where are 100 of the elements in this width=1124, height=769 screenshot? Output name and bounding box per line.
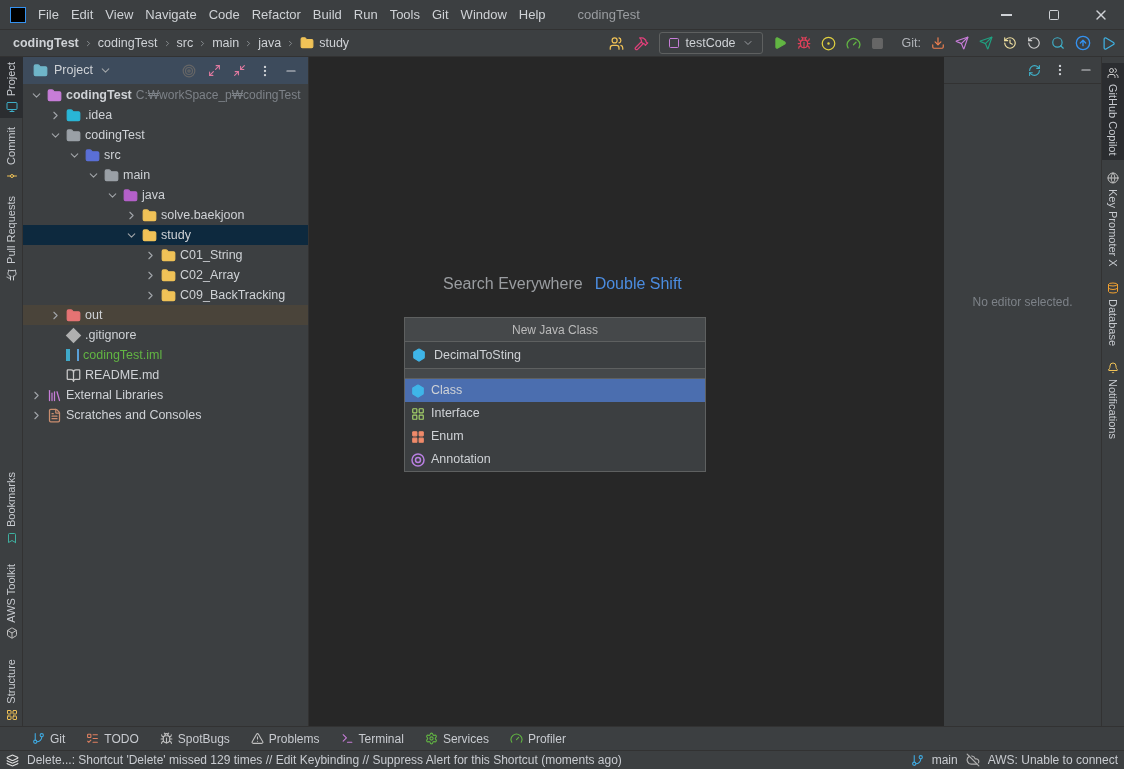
upload-icon[interactable]	[1075, 35, 1091, 51]
breadcrumb[interactable]: codingTest	[13, 33, 79, 53]
refresh-icon[interactable]	[1028, 63, 1041, 77]
breadcrumb[interactable]: study	[319, 33, 350, 53]
menu-item[interactable]: Tools	[389, 4, 420, 25]
rollback-icon[interactable]	[1027, 36, 1041, 50]
tree-row[interactable]: codingTest	[23, 125, 308, 145]
tool-window-button[interactable]: Terminal	[340, 729, 404, 748]
package-folder-icon	[161, 287, 176, 303]
push-icon[interactable]	[955, 36, 969, 50]
menu-item[interactable]: Refactor	[251, 4, 301, 25]
tool-window-tab[interactable]: Database	[1102, 278, 1124, 351]
menu-item[interactable]: Code	[208, 4, 240, 25]
profiler-icon[interactable]	[845, 35, 861, 51]
coverage-icon[interactable]	[820, 35, 836, 51]
tool-window-button[interactable]: Problems	[250, 729, 320, 748]
layers-icon[interactable]	[6, 753, 19, 767]
tool-window-tab[interactable]: GitHub Copilot	[1102, 63, 1124, 160]
tree-row[interactable]: src	[23, 145, 308, 165]
menu-item[interactable]: Build	[312, 4, 342, 25]
tool-window-tab[interactable]: Structure	[0, 654, 23, 726]
menu-item[interactable]: Edit	[70, 4, 94, 25]
breadcrumb[interactable]: java	[258, 33, 282, 53]
tree-row[interactable]: .gitignore	[23, 325, 308, 345]
github-icon	[5, 269, 18, 281]
menu-item[interactable]: Help	[518, 4, 546, 25]
tool-window-button[interactable]: SpotBugs	[159, 729, 230, 748]
tool-window-tab[interactable]: Pull Requests	[0, 191, 23, 286]
users-icon[interactable]	[608, 35, 624, 51]
tree-row[interactable]: solve.baekjoon	[23, 205, 308, 225]
tool-window-button[interactable]: Profiler	[509, 729, 566, 748]
status-message: Delete...: Shortcut 'Delete' missed 129 times // Edit Keybinding // Suppress Alert for this Shortcut (moments ago)	[27, 752, 622, 769]
menu-item[interactable]: Git	[432, 4, 449, 25]
git-icon	[32, 732, 45, 745]
tool-window-tab[interactable]: Key Promoter X	[1102, 167, 1124, 271]
run-config-dropdown[interactable]: testCode	[658, 32, 763, 54]
tool-window-tab[interactable]: Notifications	[1102, 358, 1124, 444]
run-icon[interactable]	[772, 36, 787, 50]
tool-window-button[interactable]: Services	[424, 729, 489, 748]
plugin-icon[interactable]	[1101, 35, 1116, 51]
tree-row[interactable]: README.md	[23, 365, 308, 385]
update-icon[interactable]	[931, 36, 945, 50]
profiler-icon	[509, 732, 523, 745]
tree-row[interactable]: .idea	[23, 105, 308, 125]
tree-row[interactable]: java	[23, 185, 308, 205]
history-icon[interactable]	[1003, 36, 1017, 50]
collapse-icon[interactable]	[233, 64, 246, 77]
tool-window-tab[interactable]: AWS Toolkit	[0, 558, 23, 645]
debug-icon[interactable]	[796, 36, 811, 50]
services-icon	[424, 732, 438, 745]
menu-item[interactable]: Window	[460, 4, 507, 25]
tool-window-tab[interactable]: Bookmarks	[0, 466, 23, 549]
tree-row[interactable]: Scratches and Consoles	[23, 405, 308, 425]
tree-row[interactable]: C09_BackTracking	[23, 285, 308, 305]
breadcrumb[interactable]: codingTest	[97, 33, 158, 53]
tree-label: main	[123, 166, 151, 184]
kind-option[interactable]: Interface	[405, 402, 705, 425]
menu-item[interactable]: Navigate	[145, 4, 197, 25]
class-icon	[412, 348, 426, 362]
aws-status[interactable]: AWS: Unable to connect	[987, 751, 1118, 769]
search-icon[interactable]	[1051, 36, 1065, 50]
copilot-icon	[1107, 67, 1119, 79]
breadcrumb[interactable]: main	[212, 33, 240, 53]
tree-row[interactable]: External Libraries	[23, 385, 308, 405]
book-icon	[66, 367, 81, 383]
menu-item[interactable]: Run	[353, 4, 378, 25]
breadcrumb[interactable]: src	[176, 33, 194, 53]
menu-item[interactable]: View	[105, 4, 134, 25]
path-hint: C:₩workSpace_p₩codingTest	[135, 87, 301, 104]
package-folder-icon	[161, 247, 176, 263]
tree-row[interactable]: codingTest C:₩workSpace_p₩codingTest	[23, 85, 308, 105]
tree-label: codingTest	[66, 86, 132, 104]
push-icon[interactable]	[979, 36, 993, 50]
tree-row[interactable]: codingTest.iml	[23, 345, 308, 365]
class-icon	[411, 383, 425, 398]
expand-icon[interactable]	[208, 64, 221, 77]
folder-icon	[33, 63, 48, 78]
panel-title[interactable]: Project	[54, 61, 93, 80]
branch-name[interactable]: main	[931, 751, 958, 769]
tree-label: .idea	[85, 106, 113, 124]
kind-option[interactable]: Enum	[405, 425, 705, 448]
maximize-icon	[1047, 8, 1060, 21]
kind-option[interactable]: Annotation	[405, 448, 705, 471]
tree-row[interactable]: main	[23, 165, 308, 185]
tree-row[interactable]: C01_String	[23, 245, 308, 265]
tree-row[interactable]: out	[23, 305, 308, 325]
tree-label: .gitignore	[85, 326, 137, 344]
hammer-icon[interactable]	[633, 35, 649, 51]
tool-window-button[interactable]: Git	[32, 729, 66, 748]
tree-row[interactable]: C02_Array	[23, 265, 308, 285]
tool-window-tab[interactable]: Commit	[0, 122, 23, 188]
tool-window-tab[interactable]: Project	[0, 57, 23, 119]
tree-label: out	[85, 306, 103, 324]
tool-window-button[interactable]: TODO	[86, 729, 139, 748]
tree-label: README.md	[85, 366, 160, 384]
app-logo-icon	[10, 6, 26, 23]
menu-item[interactable]: File	[38, 4, 59, 25]
cloud-icon	[965, 753, 980, 767]
tree-label: codingTest.iml	[83, 346, 163, 364]
tree-row[interactable]: study	[23, 225, 308, 245]
